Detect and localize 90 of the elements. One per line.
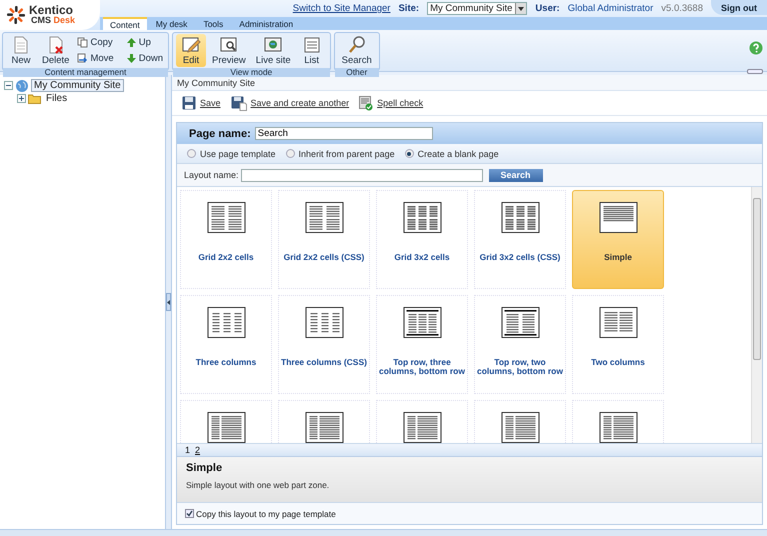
- layout-tile[interactable]: Grid 2x2 cells (CSS): [278, 190, 370, 289]
- radio-option[interactable]: Use page template: [187, 148, 276, 158]
- layout-thumbnail-icon: [402, 412, 442, 443]
- collapse-handle[interactable]: [747, 69, 763, 74]
- site-label: Site:: [398, 3, 420, 14]
- layout-title: Simple: [186, 462, 224, 474]
- layout-tile[interactable]: Grid 3x2 cells: [376, 190, 468, 289]
- layout-thumbnail-icon: [304, 412, 344, 443]
- layout-tile[interactable]: Simple: [572, 190, 664, 289]
- toolbar-button[interactable]: New: [6, 34, 36, 67]
- layout-name-label: Layout name:: [184, 170, 239, 180]
- toolbar-button[interactable]: Down: [124, 50, 165, 67]
- layout-thumbnail-icon: [402, 307, 442, 338]
- layout-thumbnail-icon: [598, 412, 638, 443]
- splitter-handle[interactable]: [166, 293, 171, 311]
- sign-out-button[interactable]: Sign out: [711, 0, 767, 15]
- action-link[interactable]: Save and create another: [230, 96, 350, 110]
- layout-thumbnail-icon: [206, 202, 246, 233]
- version-text: v5.0.3688: [661, 3, 703, 14]
- copy-icon: [77, 36, 88, 48]
- layout-thumbnail-icon: [304, 307, 344, 338]
- layout-tile[interactable]: Top row, three columns, bottom row: [376, 295, 468, 394]
- globe-icon: [15, 78, 29, 92]
- tab[interactable]: Administration: [232, 17, 300, 30]
- toolbar-button[interactable]: Delete: [38, 34, 74, 67]
- group-title: View mode: [173, 68, 330, 77]
- spell-check-icon: [359, 96, 374, 110]
- layout-thumbnail-icon: [500, 202, 540, 233]
- toolbar-button[interactable]: Copy: [75, 34, 116, 50]
- toolbar-button[interactable]: Edit: [176, 34, 206, 67]
- layout-tile[interactable]: Three columns: [180, 295, 272, 394]
- collapse-icon[interactable]: [4, 81, 13, 90]
- page-name-field[interactable]: Search: [254, 127, 433, 140]
- scrollbar[interactable]: [751, 187, 762, 443]
- edit-icon: [181, 35, 201, 55]
- caret-icon: [518, 6, 524, 10]
- layout-tile[interactable]: Two columns: [572, 295, 664, 394]
- toolbar-button[interactable]: Search: [338, 34, 376, 67]
- action-link[interactable]: Spell check: [359, 96, 424, 110]
- layout-thumbnail-icon: [500, 307, 540, 338]
- layout-tile[interactable]: Three columns (CSS): [278, 295, 370, 394]
- move-icon: [77, 53, 88, 64]
- layout-thumbnail-icon: [598, 202, 638, 233]
- toolbar-button[interactable]: Move: [75, 50, 116, 67]
- check-icon: [186, 510, 193, 517]
- layout-tile[interactable]: Top row, two columns, bottom row: [474, 295, 566, 394]
- help-icon[interactable]: [749, 41, 763, 55]
- layout-thumbnail-icon: [206, 412, 246, 443]
- layout-thumbnail-icon: [206, 307, 246, 338]
- radio-option[interactable]: Create a blank page: [404, 148, 499, 158]
- search-button[interactable]: Search: [488, 168, 543, 182]
- layout-name-field[interactable]: [240, 168, 483, 182]
- toolbar-button[interactable]: List: [296, 34, 327, 67]
- tab[interactable]: My desk: [148, 17, 194, 30]
- list-icon: [302, 35, 322, 55]
- page-link[interactable]: 1: [185, 445, 190, 455]
- group-title: Other: [334, 68, 379, 77]
- expand-icon[interactable]: [17, 94, 26, 103]
- layout-thumbnail-icon: [598, 307, 638, 338]
- group-title: Content management: [3, 68, 168, 77]
- tree-item[interactable]: My Community Site: [31, 79, 124, 92]
- search-icon: [346, 35, 367, 55]
- layout-thumbnail-icon: [500, 412, 540, 443]
- layout-tile[interactable]: Grid 2x2 cells: [180, 190, 272, 289]
- arrow-down-icon: [126, 53, 137, 64]
- logo-icon: [6, 5, 26, 25]
- toolbar-button[interactable]: Up: [124, 34, 165, 50]
- folder-icon: [28, 93, 41, 104]
- layout-description: Simple layout with one web part zone.: [186, 480, 330, 490]
- tab[interactable]: Content: [103, 17, 147, 30]
- radio-option[interactable]: Inherit from parent page: [286, 148, 395, 158]
- toolbar-button[interactable]: Live site: [252, 34, 295, 67]
- tab[interactable]: Tools: [196, 17, 230, 30]
- logo: Kentico CMS Desk: [0, 0, 100, 30]
- page-link[interactable]: 2: [195, 445, 200, 455]
- copy-layout-checkbox[interactable]: Copy this layout to my page template: [177, 503, 762, 524]
- user-name: Global Administrator: [568, 3, 654, 14]
- site-manager-link[interactable]: Switch to Site Manager: [292, 3, 390, 14]
- layout-tile[interactable]: Grid 3x2 cells (CSS): [474, 190, 566, 289]
- floppy-disk-icon: [230, 96, 247, 110]
- layout-thumbnail-icon: [402, 202, 442, 233]
- site-select[interactable]: My Community Site: [427, 2, 528, 15]
- toolbar-button[interactable]: Preview: [208, 34, 250, 67]
- user-label: User:: [535, 3, 560, 14]
- tree-item[interactable]: Files: [43, 92, 70, 105]
- page-name-label: Page name:: [189, 128, 251, 140]
- breadcrumb: My Community Site: [172, 75, 767, 91]
- action-link[interactable]: Save: [182, 96, 221, 110]
- layout-thumbnail-icon: [304, 202, 344, 233]
- arrow-up-icon: [126, 36, 137, 48]
